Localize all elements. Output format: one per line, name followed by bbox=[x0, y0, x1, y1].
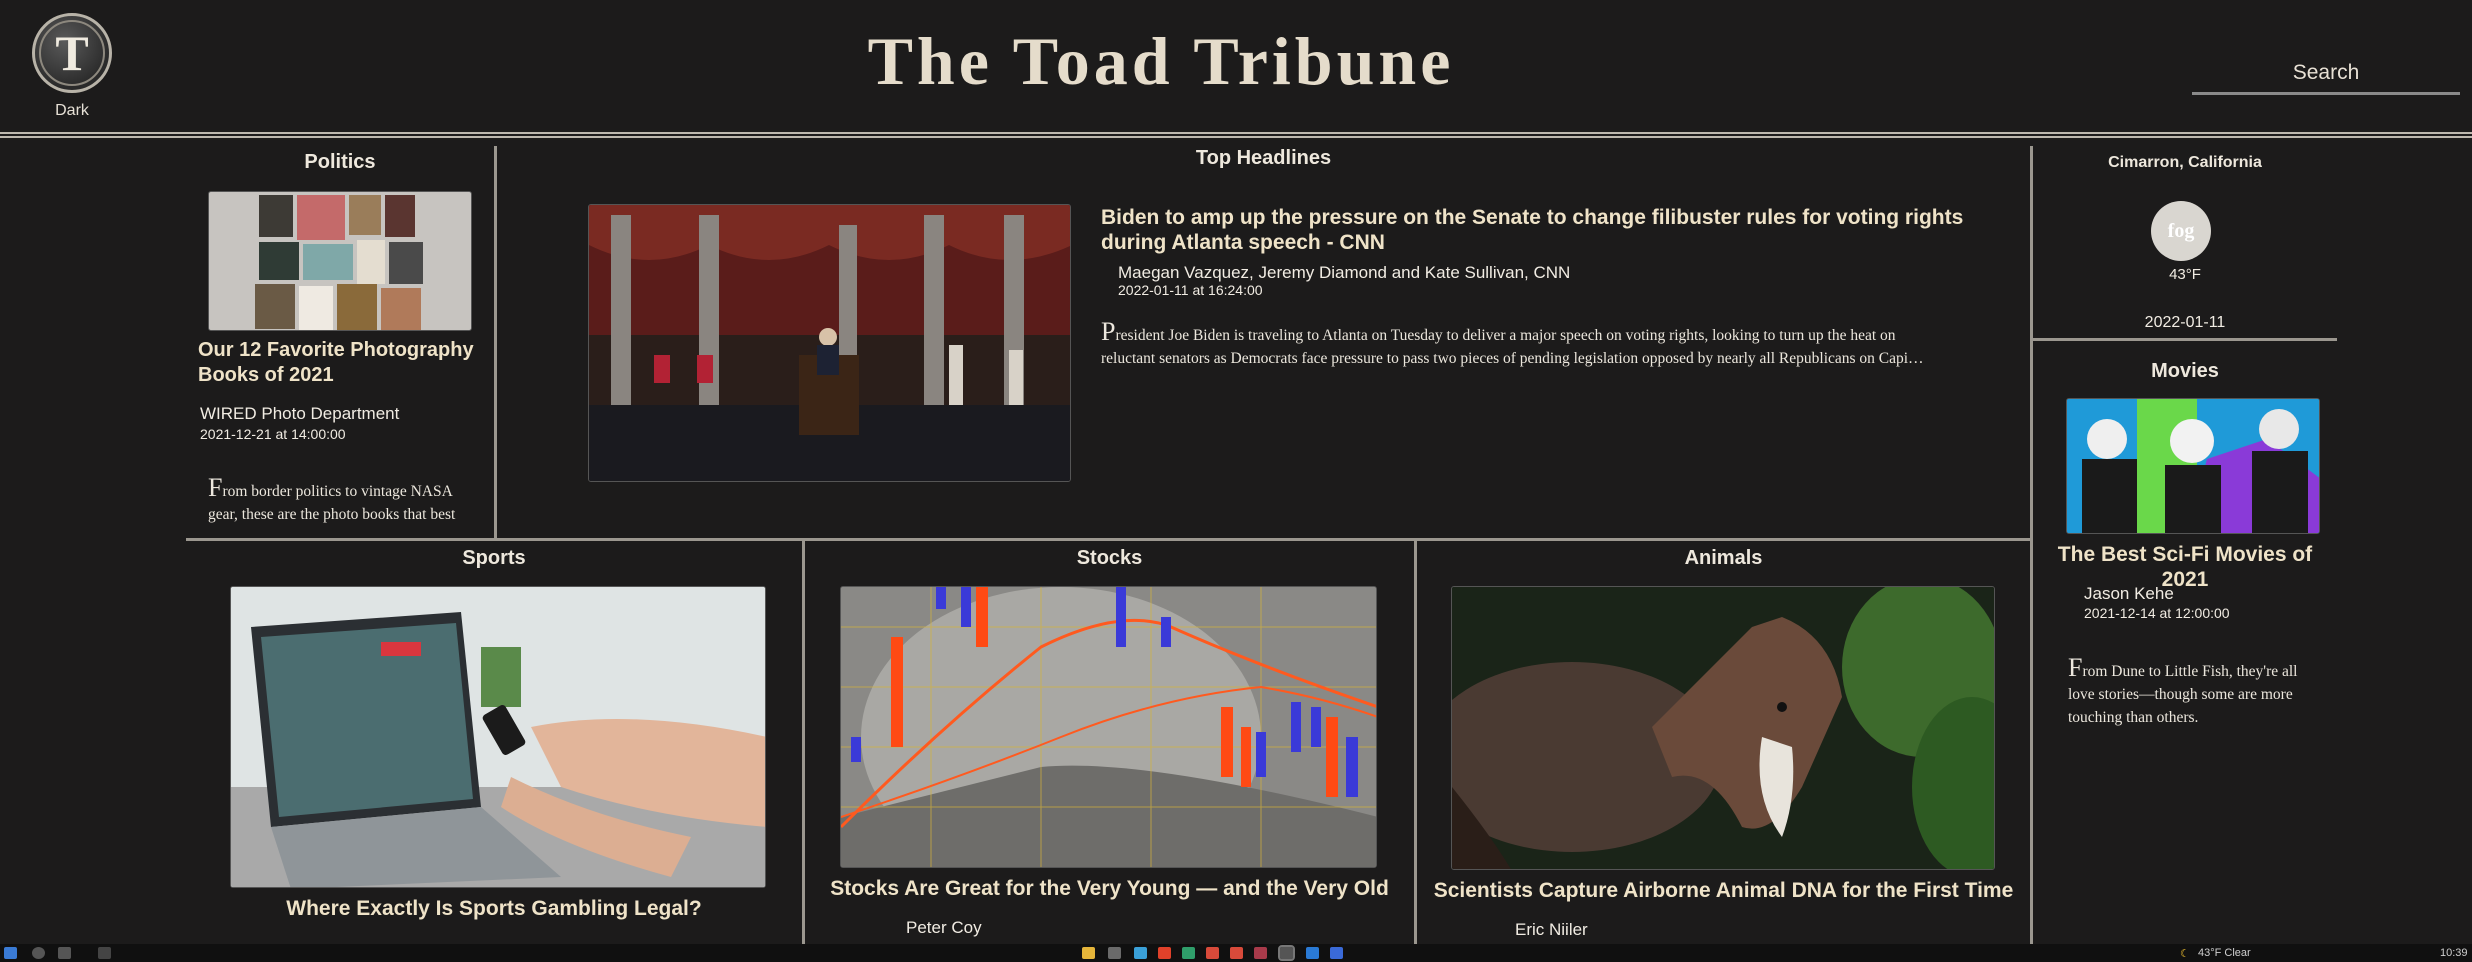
start-icon[interactable] bbox=[4, 947, 17, 959]
section-title-politics: Politics bbox=[304, 151, 376, 173]
headline-article-date: 2022-01-11 at 16:24:00 bbox=[1118, 282, 1263, 298]
politics-article-date: 2021-12-21 at 14:00:00 bbox=[200, 426, 346, 442]
task-view-icon[interactable] bbox=[98, 947, 111, 959]
weather-temperature: 43°F bbox=[2169, 266, 2201, 283]
politics-article-image[interactable] bbox=[208, 191, 472, 331]
weather-date: 2022-01-11 bbox=[2144, 314, 2226, 331]
search-input[interactable]: Search bbox=[2192, 55, 2460, 95]
stocks-article-image[interactable] bbox=[840, 586, 1377, 868]
headline-article-title[interactable]: Biden to amp up the pressure on the Sena… bbox=[1101, 205, 2001, 255]
fog-icon: fog bbox=[2151, 201, 2211, 261]
header-divider-top bbox=[0, 132, 2472, 134]
movies-article-date: 2021-12-14 at 12:00:00 bbox=[2084, 605, 2230, 621]
section-title-sports: Sports bbox=[462, 547, 526, 569]
politics-body-text: rom border politics to vintage NASA gear… bbox=[208, 483, 456, 523]
divider-politics bbox=[494, 146, 497, 539]
animals-article-author: Eric Niiler bbox=[1515, 920, 1588, 939]
laptop-betting-photo bbox=[231, 587, 765, 887]
media-icon[interactable] bbox=[1254, 947, 1267, 959]
widgets-icon[interactable] bbox=[58, 947, 71, 959]
browser-icon[interactable] bbox=[1182, 947, 1195, 959]
edge-icon[interactable] bbox=[1134, 947, 1147, 959]
politics-dropcap: F bbox=[208, 476, 223, 502]
photo-books-collage bbox=[255, 195, 423, 330]
movies-article-image[interactable] bbox=[2066, 398, 2320, 534]
stock-chart-photo bbox=[841, 587, 1376, 867]
headline-article-image[interactable] bbox=[588, 204, 1071, 482]
scifi-movies-poster bbox=[2067, 399, 2319, 533]
section-title-top-headlines: Top Headlines bbox=[1195, 147, 1332, 169]
movies-body-text: rom Dune to Little Fish, they're all lov… bbox=[2068, 663, 2298, 726]
stocks-article-title[interactable]: Stocks Are Great for the Very Young — an… bbox=[805, 876, 1414, 901]
settings-icon[interactable] bbox=[1330, 947, 1343, 959]
divider-weather bbox=[2033, 338, 2337, 341]
stocks-article-author: Peter Coy bbox=[906, 918, 982, 937]
movies-article-excerpt: From Dune to Little Fish, they're all lo… bbox=[2068, 653, 2324, 729]
header-divider-bottom bbox=[0, 136, 2472, 138]
taskbar-clock[interactable]: 10:39 bbox=[2440, 947, 2470, 960]
headline-article-author: Maegan Vazquez, Jeremy Diamond and Kate … bbox=[1118, 263, 1571, 282]
okapi-photo bbox=[1452, 587, 1994, 869]
headline-body-text: resident Joe Biden is traveling to Atlan… bbox=[1101, 327, 1924, 367]
mail-icon[interactable] bbox=[1230, 947, 1243, 959]
sports-article-title[interactable]: Where Exactly Is Sports Gambling Legal? bbox=[186, 896, 802, 921]
weather-location: Cimarron, California bbox=[2108, 154, 2262, 171]
section-title-stocks: Stocks bbox=[1076, 547, 1143, 569]
taskbar-weather[interactable]: 43°F Clear bbox=[2198, 947, 2308, 960]
store-icon[interactable] bbox=[1108, 947, 1121, 959]
headline-dropcap: P bbox=[1101, 317, 1116, 346]
app-icon[interactable] bbox=[1206, 947, 1219, 959]
page-title: The Toad Tribune bbox=[867, 23, 1455, 99]
divider-bottom-row bbox=[186, 538, 2031, 541]
chrome-icon[interactable] bbox=[1158, 947, 1171, 959]
politics-article-excerpt: From border politics to vintage NASA gea… bbox=[208, 476, 480, 530]
moon-icon: ☾ bbox=[2180, 948, 2190, 960]
headline-article-excerpt: President Joe Biden is traveling to Atla… bbox=[1101, 317, 1951, 370]
file-explorer-icon[interactable] bbox=[1082, 947, 1095, 959]
os-taskbar: ☾ 43°F Clear 10:39 bbox=[0, 944, 2472, 962]
president-speech-photo bbox=[589, 205, 1070, 481]
vscode-icon[interactable] bbox=[1306, 947, 1319, 959]
movies-dropcap: F bbox=[2068, 653, 2083, 682]
section-title-movies: Movies bbox=[2151, 360, 2219, 382]
sports-article-image[interactable] bbox=[230, 586, 766, 888]
politics-article-author: WIRED Photo Department bbox=[200, 404, 400, 423]
section-title-animals: Animals bbox=[1684, 547, 1763, 569]
politics-article-title[interactable]: Our 12 Favorite Photography Books of 202… bbox=[198, 338, 488, 388]
animals-article-image[interactable] bbox=[1451, 586, 1995, 870]
active-app-icon[interactable] bbox=[1278, 945, 1295, 961]
movies-article-title[interactable]: The Best Sci-Fi Movies of 2021 bbox=[2033, 542, 2337, 592]
theme-toggle-label[interactable]: Dark bbox=[32, 102, 112, 120]
movies-article-author: Jason Kehe bbox=[2084, 584, 2174, 603]
animals-article-title[interactable]: Scientists Capture Airborne Animal DNA f… bbox=[1417, 878, 2030, 903]
search-icon[interactable] bbox=[32, 947, 45, 959]
